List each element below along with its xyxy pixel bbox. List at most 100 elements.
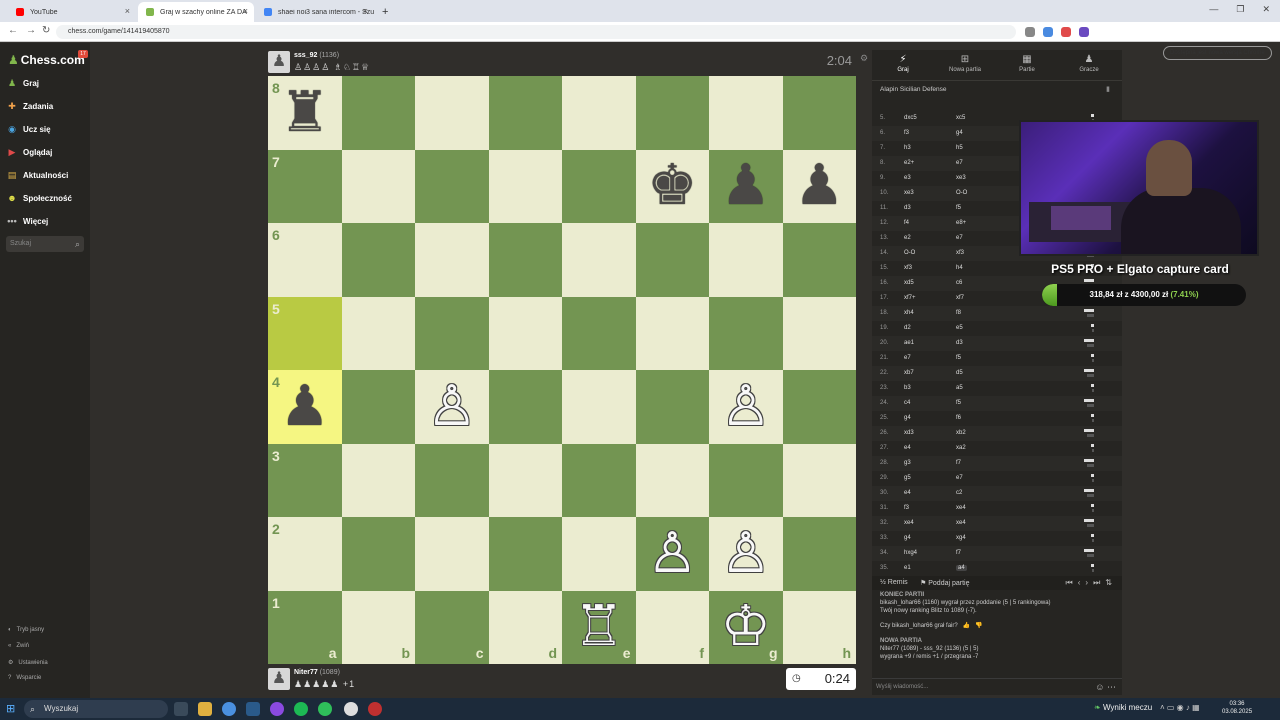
square-g4[interactable]: ♙	[709, 370, 783, 444]
square-c1[interactable]: c	[415, 590, 489, 664]
square-e2[interactable]	[562, 517, 636, 591]
book-icon[interactable]: ▮	[1106, 85, 1110, 93]
black-pawn-icon[interactable]: ♟	[709, 150, 783, 224]
black-move[interactable]: f6	[956, 415, 961, 421]
square-b1[interactable]: b	[341, 590, 415, 664]
white-move[interactable]: e4	[904, 490, 911, 496]
black-move[interactable]: d5	[956, 370, 963, 376]
square-d8[interactable]	[488, 76, 562, 150]
sidebar-item-watch[interactable]: ▶ Oglądaj	[6, 146, 53, 158]
square-f3[interactable]	[635, 443, 709, 517]
white-move[interactable]: xe3	[904, 190, 914, 196]
square-h7[interactable]: ♟	[782, 149, 857, 224]
white-move[interactable]: xf7+	[904, 295, 916, 301]
square-g8[interactable]	[709, 76, 783, 150]
square-a8[interactable]: 8 ♜	[268, 76, 342, 150]
white-move[interactable]: f3	[904, 130, 909, 136]
taskbar-search-input[interactable]: ⌕ Wyszukaj	[24, 700, 168, 718]
white-king-icon[interactable]: ♔	[709, 591, 783, 665]
square-a1[interactable]: 1a	[268, 590, 342, 664]
square-h4[interactable]	[782, 370, 856, 444]
black-move[interactable]: c2	[956, 490, 962, 496]
extension-icon[interactable]	[1043, 27, 1053, 37]
square-e3[interactable]	[562, 443, 636, 517]
close-tab-icon[interactable]: ×	[125, 6, 130, 16]
opening-name[interactable]: Alapin Sicilian Defense	[880, 86, 946, 93]
black-move[interactable]: g4	[956, 130, 963, 136]
black-pawn-icon[interactable]: ♟	[783, 150, 857, 224]
extension-icon[interactable]	[1025, 27, 1035, 37]
square-e1[interactable]: e ♖	[562, 590, 636, 664]
square-f6[interactable]	[635, 223, 709, 297]
square-e8[interactable]	[562, 76, 636, 150]
draw-button[interactable]: ½ Remis	[880, 579, 908, 586]
black-move[interactable]: f5	[956, 205, 961, 211]
app-icon[interactable]	[368, 702, 382, 716]
new-tab-button[interactable]: +	[376, 2, 396, 22]
chrome-icon[interactable]	[222, 702, 236, 716]
close-tab-icon[interactable]: ×	[243, 6, 248, 16]
white-move[interactable]: f4	[904, 220, 909, 226]
square-g5[interactable]	[709, 296, 783, 370]
square-d1[interactable]: d	[488, 590, 562, 664]
square-b5[interactable]	[341, 296, 415, 370]
square-c3[interactable]	[415, 443, 489, 517]
white-move[interactable]: hxg4	[904, 550, 917, 556]
white-move[interactable]: c4	[904, 400, 910, 406]
square-e5[interactable]	[562, 296, 636, 370]
black-rook-icon[interactable]: ♜	[268, 76, 342, 150]
maximize-icon[interactable]: ❐	[1236, 4, 1244, 15]
obs-icon[interactable]	[344, 702, 358, 716]
black-move[interactable]: a5	[956, 385, 963, 391]
square-c2[interactable]	[415, 517, 489, 591]
square-h5[interactable]	[782, 296, 856, 370]
white-move[interactable]: xb7	[904, 370, 914, 376]
extension-icon[interactable]	[1061, 27, 1071, 37]
square-f5[interactable]	[635, 296, 709, 370]
chess-logo[interactable]: ♟ Chess.com	[8, 53, 85, 67]
white-move[interactable]: xh4	[904, 310, 914, 316]
square-c7[interactable]	[415, 149, 489, 223]
white-move[interactable]: e2+	[904, 160, 914, 166]
black-move[interactable]: d3	[956, 340, 963, 346]
black-move[interactable]: a4	[956, 565, 967, 571]
sidebar-theme-toggle[interactable]: ◐ Tryb jasny	[8, 627, 44, 633]
square-f7[interactable]: ♚	[635, 149, 710, 224]
task-view-icon[interactable]	[174, 702, 188, 716]
black-king-icon[interactable]: ♚	[636, 150, 710, 224]
sidebar-collapse[interactable]: «Zwiń	[8, 643, 29, 649]
square-b8[interactable]	[341, 76, 415, 150]
square-h8[interactable]	[782, 76, 856, 150]
white-move[interactable]: xf3	[904, 265, 912, 271]
white-move[interactable]: g5	[904, 475, 911, 481]
white-move[interactable]: g3	[904, 460, 911, 466]
square-b6[interactable]	[341, 223, 415, 297]
square-b4[interactable]	[341, 370, 415, 444]
emoji-icon[interactable]: ☺ ⋯	[1095, 679, 1116, 695]
opponent-avatar[interactable]: ♟	[268, 51, 290, 73]
tab-play[interactable]: ⚡ Graj	[872, 54, 934, 73]
back-icon[interactable]: ←	[8, 25, 18, 36]
square-c6[interactable]	[415, 223, 489, 297]
square-a6[interactable]: 6	[268, 223, 342, 297]
sidebar-item-puzzles[interactable]: ✚ Zadania	[6, 100, 53, 112]
chrome-update-button[interactable]: Dostępna jest nowa wersja Chrome	[1163, 46, 1272, 60]
app-icon[interactable]	[318, 702, 332, 716]
square-h1[interactable]: h	[782, 590, 856, 664]
minimize-icon[interactable]: —	[1209, 4, 1218, 15]
black-move[interactable]: f5	[956, 355, 961, 361]
white-move[interactable]: f3	[904, 505, 909, 511]
taskbar-widget[interactable]: ❧ Wyniki meczu	[1094, 703, 1152, 712]
white-pawn-icon[interactable]: ♙	[636, 517, 710, 591]
black-move[interactable]: f7	[956, 460, 961, 466]
white-pawn-icon[interactable]: ♙	[709, 517, 783, 591]
black-move[interactable]: e7	[956, 235, 963, 241]
white-move[interactable]: g4	[904, 535, 911, 541]
steam-icon[interactable]	[246, 702, 260, 716]
square-d3[interactable]	[488, 443, 562, 517]
black-move[interactable]: f5	[956, 400, 961, 406]
white-pawn-icon[interactable]: ♙	[709, 370, 783, 444]
square-a5[interactable]: 5	[268, 296, 342, 370]
white-move[interactable]: e4	[904, 445, 911, 451]
square-f4[interactable]	[635, 370, 709, 444]
